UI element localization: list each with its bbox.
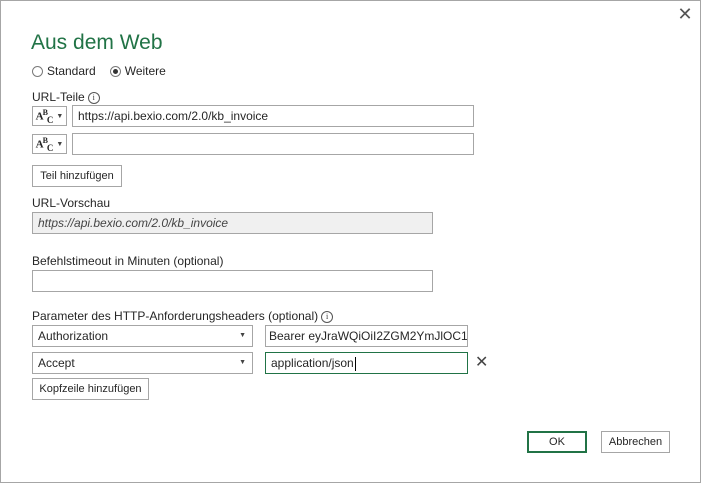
url-part-1-type-button[interactable]: ABC ▼ [32, 106, 67, 126]
header-2-name-value: Accept [38, 356, 75, 370]
radio-standard-label: Standard [47, 64, 96, 78]
timeout-input[interactable] [32, 270, 433, 292]
radio-standard-circle[interactable] [32, 65, 43, 77]
info-icon[interactable]: i [321, 310, 334, 323]
url-preview-label: URL-Vorschau [32, 196, 111, 210]
add-part-button[interactable]: Teil hinzufügen [32, 165, 122, 187]
close-icon[interactable]: ✕ [677, 5, 693, 23]
timeout-label: Befehlstimeout in Minuten (optional) [32, 254, 224, 268]
header-2-value-input[interactable]: application/json [265, 352, 468, 374]
url-parts-heading: URL-Teile i [32, 90, 100, 104]
headers-heading: Parameter des HTTP-Anforderungsheaders (… [32, 309, 334, 323]
info-icon[interactable]: i [87, 91, 100, 104]
chevron-down-icon: ▼ [239, 332, 246, 339]
dialog-title: Aus dem Web [31, 31, 163, 54]
url-parts-label: URL-Teile [32, 90, 85, 104]
from-web-dialog: Aus dem Web ✕ Standard Weitere URL-Teile… [0, 0, 701, 483]
header-1-name-select[interactable]: Authorization ▼ [32, 325, 253, 347]
header-1-value-input[interactable]: Bearer eyJraWQiOiI2ZGM2YmJlOC1iM [265, 325, 468, 347]
cancel-button[interactable]: Abbrechen [601, 431, 670, 453]
header-2-value-text: application/json [271, 356, 354, 370]
header-2-name-select[interactable]: Accept ▼ [32, 352, 253, 374]
chevron-down-icon: ▼ [56, 112, 64, 120]
abc-type-icon: ABC [35, 135, 54, 153]
chevron-down-icon: ▼ [239, 359, 246, 366]
mode-radio-group: Standard Weitere [32, 64, 180, 78]
header-1-name-value: Authorization [38, 329, 109, 343]
url-part-2-type-button[interactable]: ABC ▼ [32, 134, 67, 154]
ok-button[interactable]: OK [527, 431, 587, 453]
remove-header-icon[interactable]: ✕ [475, 355, 488, 371]
radio-weitere-circle[interactable] [109, 65, 121, 77]
url-part-1-input[interactable]: https://api.bexio.com/2.0/kb_invoice [72, 105, 474, 127]
headers-label: Parameter des HTTP-Anforderungsheaders (… [32, 309, 319, 323]
radio-standard[interactable]: Standard [32, 64, 96, 78]
radio-weitere-label: Weitere [124, 64, 166, 78]
radio-weitere[interactable]: Weitere [109, 64, 166, 78]
abc-type-icon: ABC [35, 107, 54, 125]
url-part-2-input[interactable] [72, 133, 474, 155]
chevron-down-icon: ▼ [56, 140, 64, 148]
url-preview-field: https://api.bexio.com/2.0/kb_invoice [32, 212, 433, 234]
text-caret [354, 356, 356, 371]
add-header-button[interactable]: Kopfzeile hinzufügen [32, 378, 149, 400]
